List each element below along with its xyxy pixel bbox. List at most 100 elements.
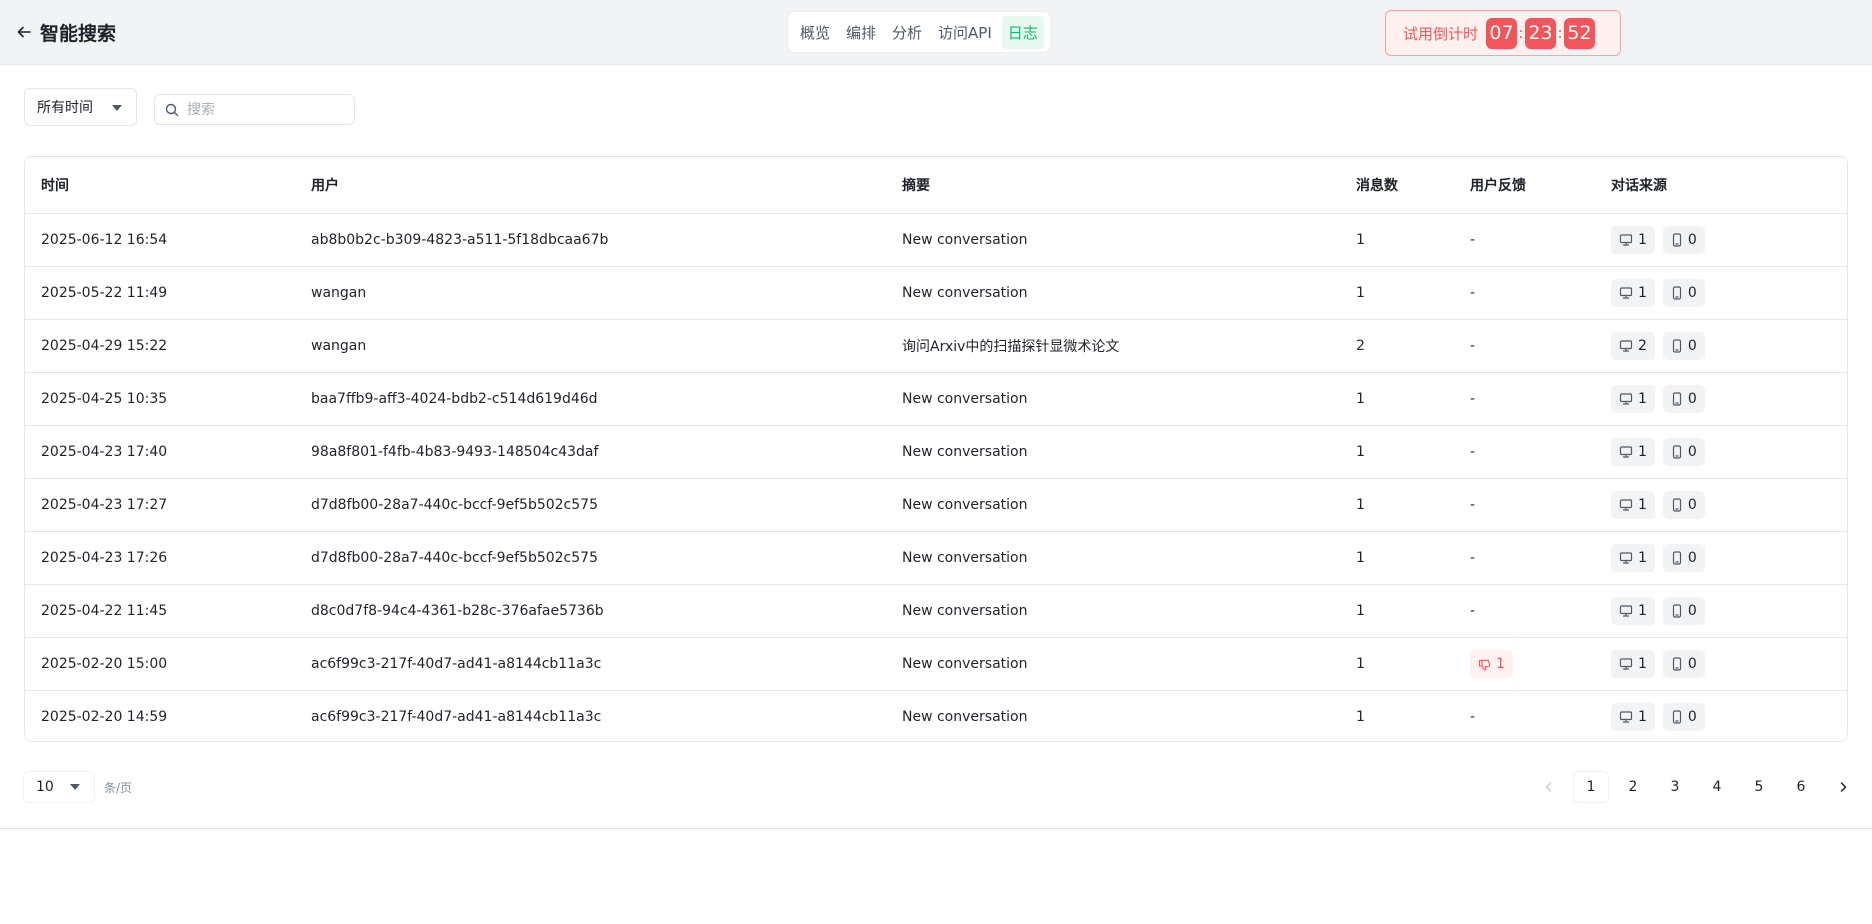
column-header-user: 用户 <box>295 157 886 214</box>
table-row[interactable]: 2025-04-29 15:22 wangan 询问Arxiv中的扫描探针显微术论文… <box>25 319 1847 373</box>
column-header-time: 时间 <box>25 157 295 214</box>
search-box[interactable] <box>154 94 355 125</box>
mobile-count: 0 <box>1687 656 1697 672</box>
page-button-4[interactable]: 4 <box>1700 772 1734 802</box>
chevron-left-icon <box>1545 782 1552 792</box>
desktop-source-badge: 1 <box>1611 438 1655 466</box>
table-row[interactable]: 2025-05-22 11:49 wangan New conversation 1-… <box>25 266 1847 320</box>
cell-user: wangan <box>295 266 886 320</box>
tab-1[interactable]: 编排 <box>840 16 882 49</box>
table-row[interactable]: 2025-04-23 17:40 98a8f801-f4fb-4b83-9493-… <box>25 425 1847 479</box>
feedback-value: - <box>1470 709 1476 725</box>
tab-4[interactable]: 日志 <box>1001 15 1044 49</box>
cell-messages: 1 <box>1340 478 1454 532</box>
mobile-count: 0 <box>1687 497 1697 513</box>
top-bar: 智能搜索 概览 编排 分析 访问API 日志 试用倒计时 07 : 23 : 52 <box>0 0 1872 65</box>
feedback-value: - <box>1470 338 1476 354</box>
back-button[interactable] <box>12 18 36 46</box>
table-row[interactable]: 2025-04-25 10:35 baa7ffb9-aff3-4024-bdb2-… <box>25 372 1847 426</box>
cell-user: wangan <box>295 319 886 373</box>
divider <box>0 828 1872 829</box>
cell-user: d7d8fb00-28a7-440c-bccf-9ef5b502c575 <box>295 478 886 532</box>
table-row[interactable]: 2025-02-20 14:59 ac6f99c3-217f-40d7-ad41-… <box>25 691 1847 742</box>
table-row[interactable]: 2025-02-20 15:00 ac6f99c3-217f-40d7-ad41-… <box>25 637 1847 691</box>
tab-0[interactable]: 概览 <box>794 16 836 49</box>
page-button-3[interactable]: 3 <box>1658 772 1692 802</box>
page-button-2[interactable]: 2 <box>1616 772 1650 802</box>
desktop-count: 1 <box>1638 550 1647 566</box>
mobile-source-badge: 0 <box>1662 703 1705 731</box>
desktop-source-badge: 1 <box>1611 544 1655 572</box>
monitor-icon <box>1619 605 1633 617</box>
cell-source: 10 <box>1595 425 1847 479</box>
desktop-count: 2 <box>1638 338 1647 354</box>
table-row[interactable]: 2025-04-23 17:26 d7d8fb00-28a7-440c-bccf-… <box>25 531 1847 585</box>
cell-user: d8c0d7f8-94c4-4361-b28c-376afae5736b <box>295 584 886 638</box>
cell-source: 10 <box>1595 372 1847 426</box>
desktop-count: 1 <box>1638 444 1647 460</box>
search-input[interactable] <box>185 100 349 119</box>
page-button-5[interactable]: 5 <box>1742 772 1776 802</box>
monitor-icon <box>1619 499 1633 511</box>
page-button-6[interactable]: 6 <box>1784 772 1818 802</box>
cell-messages: 1 <box>1340 266 1454 320</box>
mobile-source-badge: 0 <box>1662 279 1705 307</box>
cell-feedback: - <box>1454 425 1595 479</box>
cell-messages: 2 <box>1340 319 1454 373</box>
phone-icon <box>1672 551 1682 565</box>
page-button-1[interactable]: 1 <box>1574 772 1608 802</box>
desktop-source-badge: 1 <box>1611 226 1655 254</box>
phone-icon <box>1672 710 1682 724</box>
tab-3[interactable]: 访问API <box>932 16 998 49</box>
feedback-value: - <box>1470 232 1476 248</box>
page-size-select[interactable]: 10 <box>24 772 94 802</box>
feedback-value: - <box>1470 444 1476 460</box>
next-page-button[interactable] <box>1826 772 1860 802</box>
time-range-select[interactable]: 所有时间 <box>24 88 137 126</box>
column-header-messages: 消息数 <box>1340 157 1454 214</box>
dislike-feedback-badge: 1 <box>1470 650 1513 678</box>
phone-icon <box>1672 604 1682 618</box>
cell-messages: 1 <box>1340 372 1454 426</box>
cell-feedback: - <box>1454 213 1595 267</box>
mobile-source-badge: 0 <box>1662 544 1705 572</box>
phone-icon <box>1672 445 1682 459</box>
search-icon <box>165 103 179 116</box>
feedback-value: - <box>1470 550 1476 566</box>
phone-icon <box>1672 657 1682 671</box>
cell-messages: 1 <box>1340 425 1454 479</box>
mobile-source-badge: 0 <box>1662 650 1705 678</box>
table-row[interactable]: 2025-04-23 17:27 d7d8fb00-28a7-440c-bccf-… <box>25 478 1847 532</box>
cell-summary: New conversation <box>886 584 1340 638</box>
mobile-source-badge: 0 <box>1662 438 1705 466</box>
cell-time: 2025-05-22 11:49 <box>25 266 295 320</box>
cell-messages: 1 <box>1340 213 1454 267</box>
countdown-separator: : <box>1518 24 1524 42</box>
cell-feedback: - <box>1454 691 1595 742</box>
cell-summary: New conversation <box>886 372 1340 426</box>
monitor-icon <box>1619 446 1633 458</box>
app-title: 智能搜索 <box>40 23 117 45</box>
desktop-source-badge: 1 <box>1611 385 1655 413</box>
feedback-value: - <box>1470 285 1476 301</box>
feedback-value: - <box>1470 391 1476 407</box>
cell-time: 2025-04-22 11:45 <box>25 584 295 638</box>
cell-messages: 1 <box>1340 584 1454 638</box>
table-row[interactable]: 2025-04-22 11:45 d8c0d7f8-94c4-4361-b28c-… <box>25 584 1847 638</box>
per-page-label: 条/页 <box>104 781 133 795</box>
monitor-icon <box>1619 287 1633 299</box>
column-header-summary: 摘要 <box>886 157 1340 214</box>
cell-user: baa7ffb9-aff3-4024-bdb2-c514d619d46d <box>295 372 886 426</box>
prev-page-button[interactable] <box>1532 772 1566 802</box>
countdown-hours: 07 <box>1486 17 1518 49</box>
desktop-count: 1 <box>1638 656 1647 672</box>
table-row[interactable]: 2025-06-12 16:54 ab8b0b2c-b309-4823-a511-… <box>25 213 1847 267</box>
mobile-count: 0 <box>1687 550 1697 566</box>
column-header-feedback: 用户反馈 <box>1454 157 1595 214</box>
desktop-source-badge: 1 <box>1611 703 1655 731</box>
table-header-row: 时间 用户 摘要 消息数 用户反馈 对话来源 <box>25 157 1847 214</box>
monitor-icon <box>1619 711 1633 723</box>
page-size-value: 10 <box>36 779 54 795</box>
tab-2[interactable]: 分析 <box>886 16 928 49</box>
phone-icon <box>1672 498 1682 512</box>
